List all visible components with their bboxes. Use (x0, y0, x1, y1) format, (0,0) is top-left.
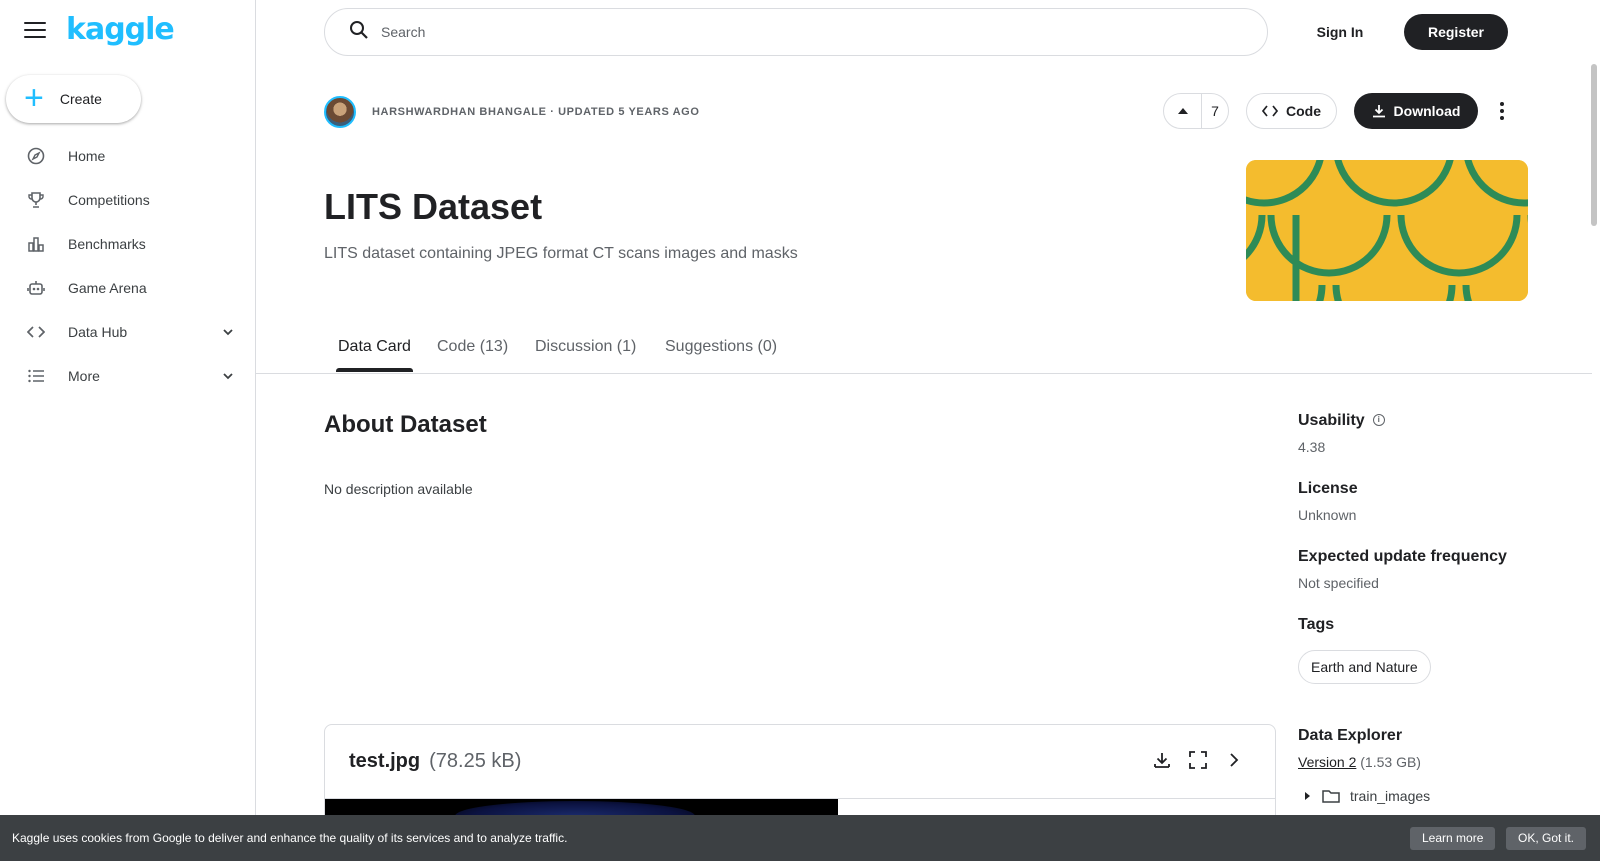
active-tab-indicator (336, 368, 413, 372)
create-button[interactable]: + Create (6, 75, 141, 123)
dataset-cover-image (1246, 160, 1528, 301)
update-frequency-section: Expected update frequency Not specified (1298, 548, 1507, 591)
sidebar-item-label: Competitions (68, 192, 150, 208)
download-icon (1372, 105, 1385, 118)
dataset-byline: Harshwardhan Bhangale · Updated 5 years … (372, 106, 700, 118)
code-button[interactable]: Code (1246, 93, 1337, 129)
search-bar[interactable] (324, 8, 1268, 56)
download-button[interactable]: Download (1354, 93, 1478, 129)
vote-count: 7 (1211, 103, 1219, 119)
sidebar-item-data-hub[interactable]: Data Hub (0, 310, 256, 354)
sidebar-item-more[interactable]: More (0, 354, 256, 398)
sidebar-item-label: Benchmarks (68, 236, 146, 252)
avatar[interactable] (324, 96, 356, 128)
license-label: License (1298, 480, 1358, 497)
usability-label: Usability (1298, 412, 1365, 429)
cookie-text: Kaggle uses cookies from Google to deliv… (12, 831, 568, 845)
dataset-tabs: Data Card Code (13) Discussion (1) Sugge… (256, 324, 1592, 374)
file-tree-item[interactable]: train_images (1304, 788, 1430, 804)
robot-icon (26, 278, 46, 298)
page-title: LITS Dataset (324, 186, 543, 227)
sidebar-nav: Home Competitions Benchmarks Game Arena … (0, 134, 256, 398)
sidebar-item-competitions[interactable]: Competitions (0, 178, 256, 222)
about-dataset-description: No description available (324, 481, 473, 497)
usability-section: Usability i 4.38 (1298, 412, 1385, 455)
upvote-button[interactable] (1164, 94, 1202, 128)
license-value: Unknown (1298, 507, 1357, 523)
tab-suggestions[interactable]: Suggestions (0) (665, 338, 777, 356)
plus-icon: + (24, 78, 44, 117)
about-dataset-heading: About Dataset (324, 411, 487, 438)
tag-chip[interactable]: Earth and Nature (1298, 650, 1431, 684)
file-actions (1151, 749, 1245, 771)
cookie-ok-button[interactable]: OK, Got it. (1506, 827, 1587, 850)
search-icon (349, 20, 369, 45)
sign-in-button[interactable]: Sign In (1295, 14, 1385, 50)
sidebar-item-game-arena[interactable]: Game Arena (0, 266, 256, 310)
bar-chart-icon (26, 234, 46, 254)
more-options-icon[interactable] (1490, 93, 1514, 129)
tab-data-card[interactable]: Data Card (338, 338, 411, 356)
license-section: License Unknown (1298, 480, 1358, 523)
code-button-label: Code (1286, 103, 1321, 119)
caret-right-icon[interactable] (1304, 791, 1312, 801)
update-frequency-value: Not specified (1298, 575, 1379, 591)
kaggle-logo[interactable]: kaggle (66, 12, 175, 47)
download-button-label: Download (1393, 103, 1461, 119)
search-input[interactable] (381, 24, 1231, 40)
register-button[interactable]: Register (1404, 14, 1508, 50)
code-icon (1262, 105, 1278, 117)
usability-value: 4.38 (1298, 439, 1326, 455)
version-link[interactable]: Version 2 (1298, 754, 1356, 770)
scrollbar[interactable] (1591, 64, 1597, 226)
sidebar-item-home[interactable]: Home (0, 134, 256, 178)
tab-discussion[interactable]: Discussion (1) (535, 338, 636, 356)
sidebar-item-benchmarks[interactable]: Benchmarks (0, 222, 256, 266)
data-explorer-label: Data Explorer (1298, 727, 1403, 744)
file-tree-label: train_images (1350, 788, 1431, 804)
compass-icon (26, 146, 46, 166)
upvote-widget: 7 (1163, 93, 1229, 129)
trophy-icon (26, 190, 46, 210)
menu-icon[interactable] (24, 22, 46, 40)
version-size: (1.53 GB) (1360, 754, 1421, 770)
dataset-subtitle: LITS dataset containing JPEG format CT s… (324, 245, 798, 262)
sidebar-item-label: Game Arena (68, 280, 147, 296)
chevron-down-icon[interactable] (222, 325, 234, 337)
chevron-down-icon[interactable] (222, 369, 234, 381)
sidebar-item-label: More (68, 368, 100, 384)
download-icon[interactable] (1151, 749, 1173, 771)
data-explorer-section: Data Explorer Version 2 (1.53 GB) (1298, 727, 1421, 770)
file-name: test.jpg (349, 750, 421, 772)
sidebar-item-label: Data Hub (68, 324, 128, 340)
file-size: (78.25 kB) (429, 750, 522, 772)
file-preview-header: test.jpg (78.25 kB) (325, 725, 1275, 799)
chevron-right-icon[interactable] (1223, 749, 1245, 771)
left-sidebar: kaggle + Create Home Competitions Benchm… (0, 0, 256, 861)
info-icon[interactable]: i (1372, 413, 1385, 426)
list-icon (26, 366, 46, 386)
tags-label: Tags (1298, 616, 1335, 633)
create-label: Create (59, 91, 102, 107)
sidebar-item-label: Home (68, 148, 106, 164)
update-frequency-label: Expected update frequency (1298, 548, 1507, 565)
cookie-banner: Kaggle uses cookies from Google to deliv… (0, 815, 1600, 861)
tab-code[interactable]: Code (13) (437, 338, 508, 356)
code-icon (26, 322, 46, 342)
fullscreen-icon[interactable] (1187, 749, 1209, 771)
learn-more-button[interactable]: Learn more (1410, 827, 1496, 850)
tags-section: Tags Earth and Nature (1298, 616, 1431, 684)
folder-icon (1322, 790, 1340, 803)
caret-up-icon (1177, 108, 1188, 114)
